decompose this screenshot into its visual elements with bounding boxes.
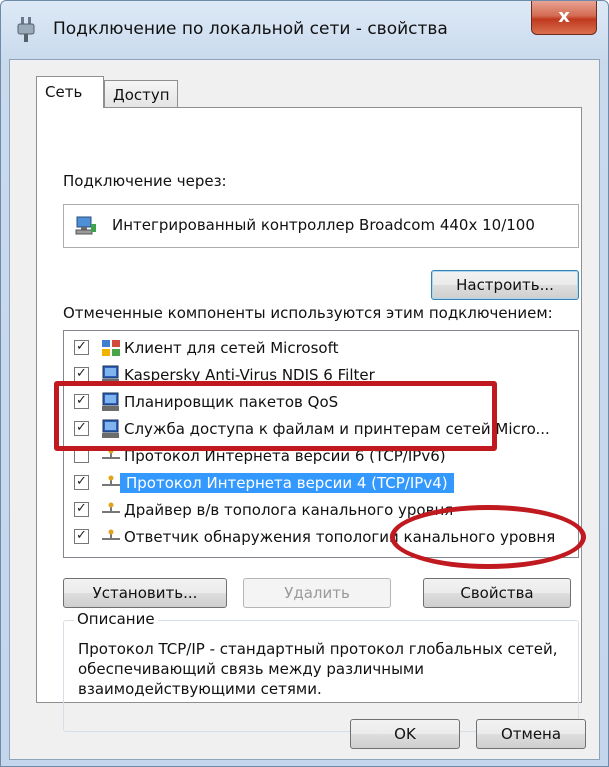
window-title: Подключение по локальной сети - свойства bbox=[53, 19, 448, 39]
component-label-selected: Протокол Интернета версии 4 (TCP/IPv4) bbox=[120, 473, 454, 493]
component-checkbox[interactable]: ✓ bbox=[74, 475, 89, 490]
network-plug-icon bbox=[17, 17, 35, 42]
connect-using-label: Подключение через: bbox=[63, 172, 227, 190]
title-bar[interactable]: Подключение по локальной сети - свойства… bbox=[1, 1, 608, 59]
ok-button[interactable]: OK bbox=[350, 719, 460, 749]
tab-network[interactable]: Сеть bbox=[36, 76, 104, 108]
tab-network-label: Сеть bbox=[45, 83, 83, 101]
description-title: Описание bbox=[74, 610, 158, 628]
tab-sharing[interactable]: Доступ bbox=[104, 80, 178, 108]
annotation-highlight-ellipse bbox=[390, 505, 586, 569]
components-label: Отмеченные компоненты используются этим … bbox=[63, 304, 553, 322]
list-item[interactable]: ✓ Клиент для сетей Microsoft bbox=[64, 335, 578, 361]
component-checkbox[interactable]: ✓ bbox=[74, 340, 89, 355]
close-icon: x bbox=[558, 6, 570, 27]
configure-button[interactable]: Настроить... bbox=[431, 270, 579, 300]
component-checkbox[interactable]: ✓ bbox=[74, 367, 89, 382]
list-item[interactable]: ✓ Протокол Интернета версии 4 (TCP/IPv4) bbox=[64, 470, 578, 496]
network-adapter-icon bbox=[75, 216, 96, 235]
close-button[interactable]: x bbox=[531, 1, 597, 35]
network-client-icon bbox=[102, 340, 120, 356]
component-label: Драйвер в/в тополога канального уровня bbox=[124, 501, 454, 519]
protocol-icon bbox=[102, 529, 120, 540]
adapter-field: Интегрированный контроллер Broadcom 440x… bbox=[63, 204, 579, 248]
properties-button[interactable]: Свойства bbox=[423, 578, 571, 608]
component-label: Клиент для сетей Microsoft bbox=[124, 339, 339, 357]
adapter-name: Интегрированный контроллер Broadcom 440x… bbox=[112, 216, 535, 234]
description-group: Описание Протокол TCP/IP - стандартный п… bbox=[63, 610, 579, 732]
component-checkbox[interactable]: ✓ bbox=[74, 502, 89, 517]
cancel-button[interactable]: Отмена bbox=[476, 719, 586, 749]
install-button[interactable]: Установить... bbox=[63, 578, 227, 608]
component-checkbox[interactable]: ✓ bbox=[74, 529, 89, 544]
protocol-icon bbox=[102, 475, 120, 486]
annotation-highlight-rect bbox=[54, 381, 497, 451]
description-text: Протокол TCP/IP - стандартный протокол г… bbox=[78, 640, 558, 698]
tab-sharing-label: Доступ bbox=[113, 86, 170, 104]
remove-button[interactable]: Удалить bbox=[243, 578, 391, 608]
protocol-icon bbox=[102, 502, 120, 513]
